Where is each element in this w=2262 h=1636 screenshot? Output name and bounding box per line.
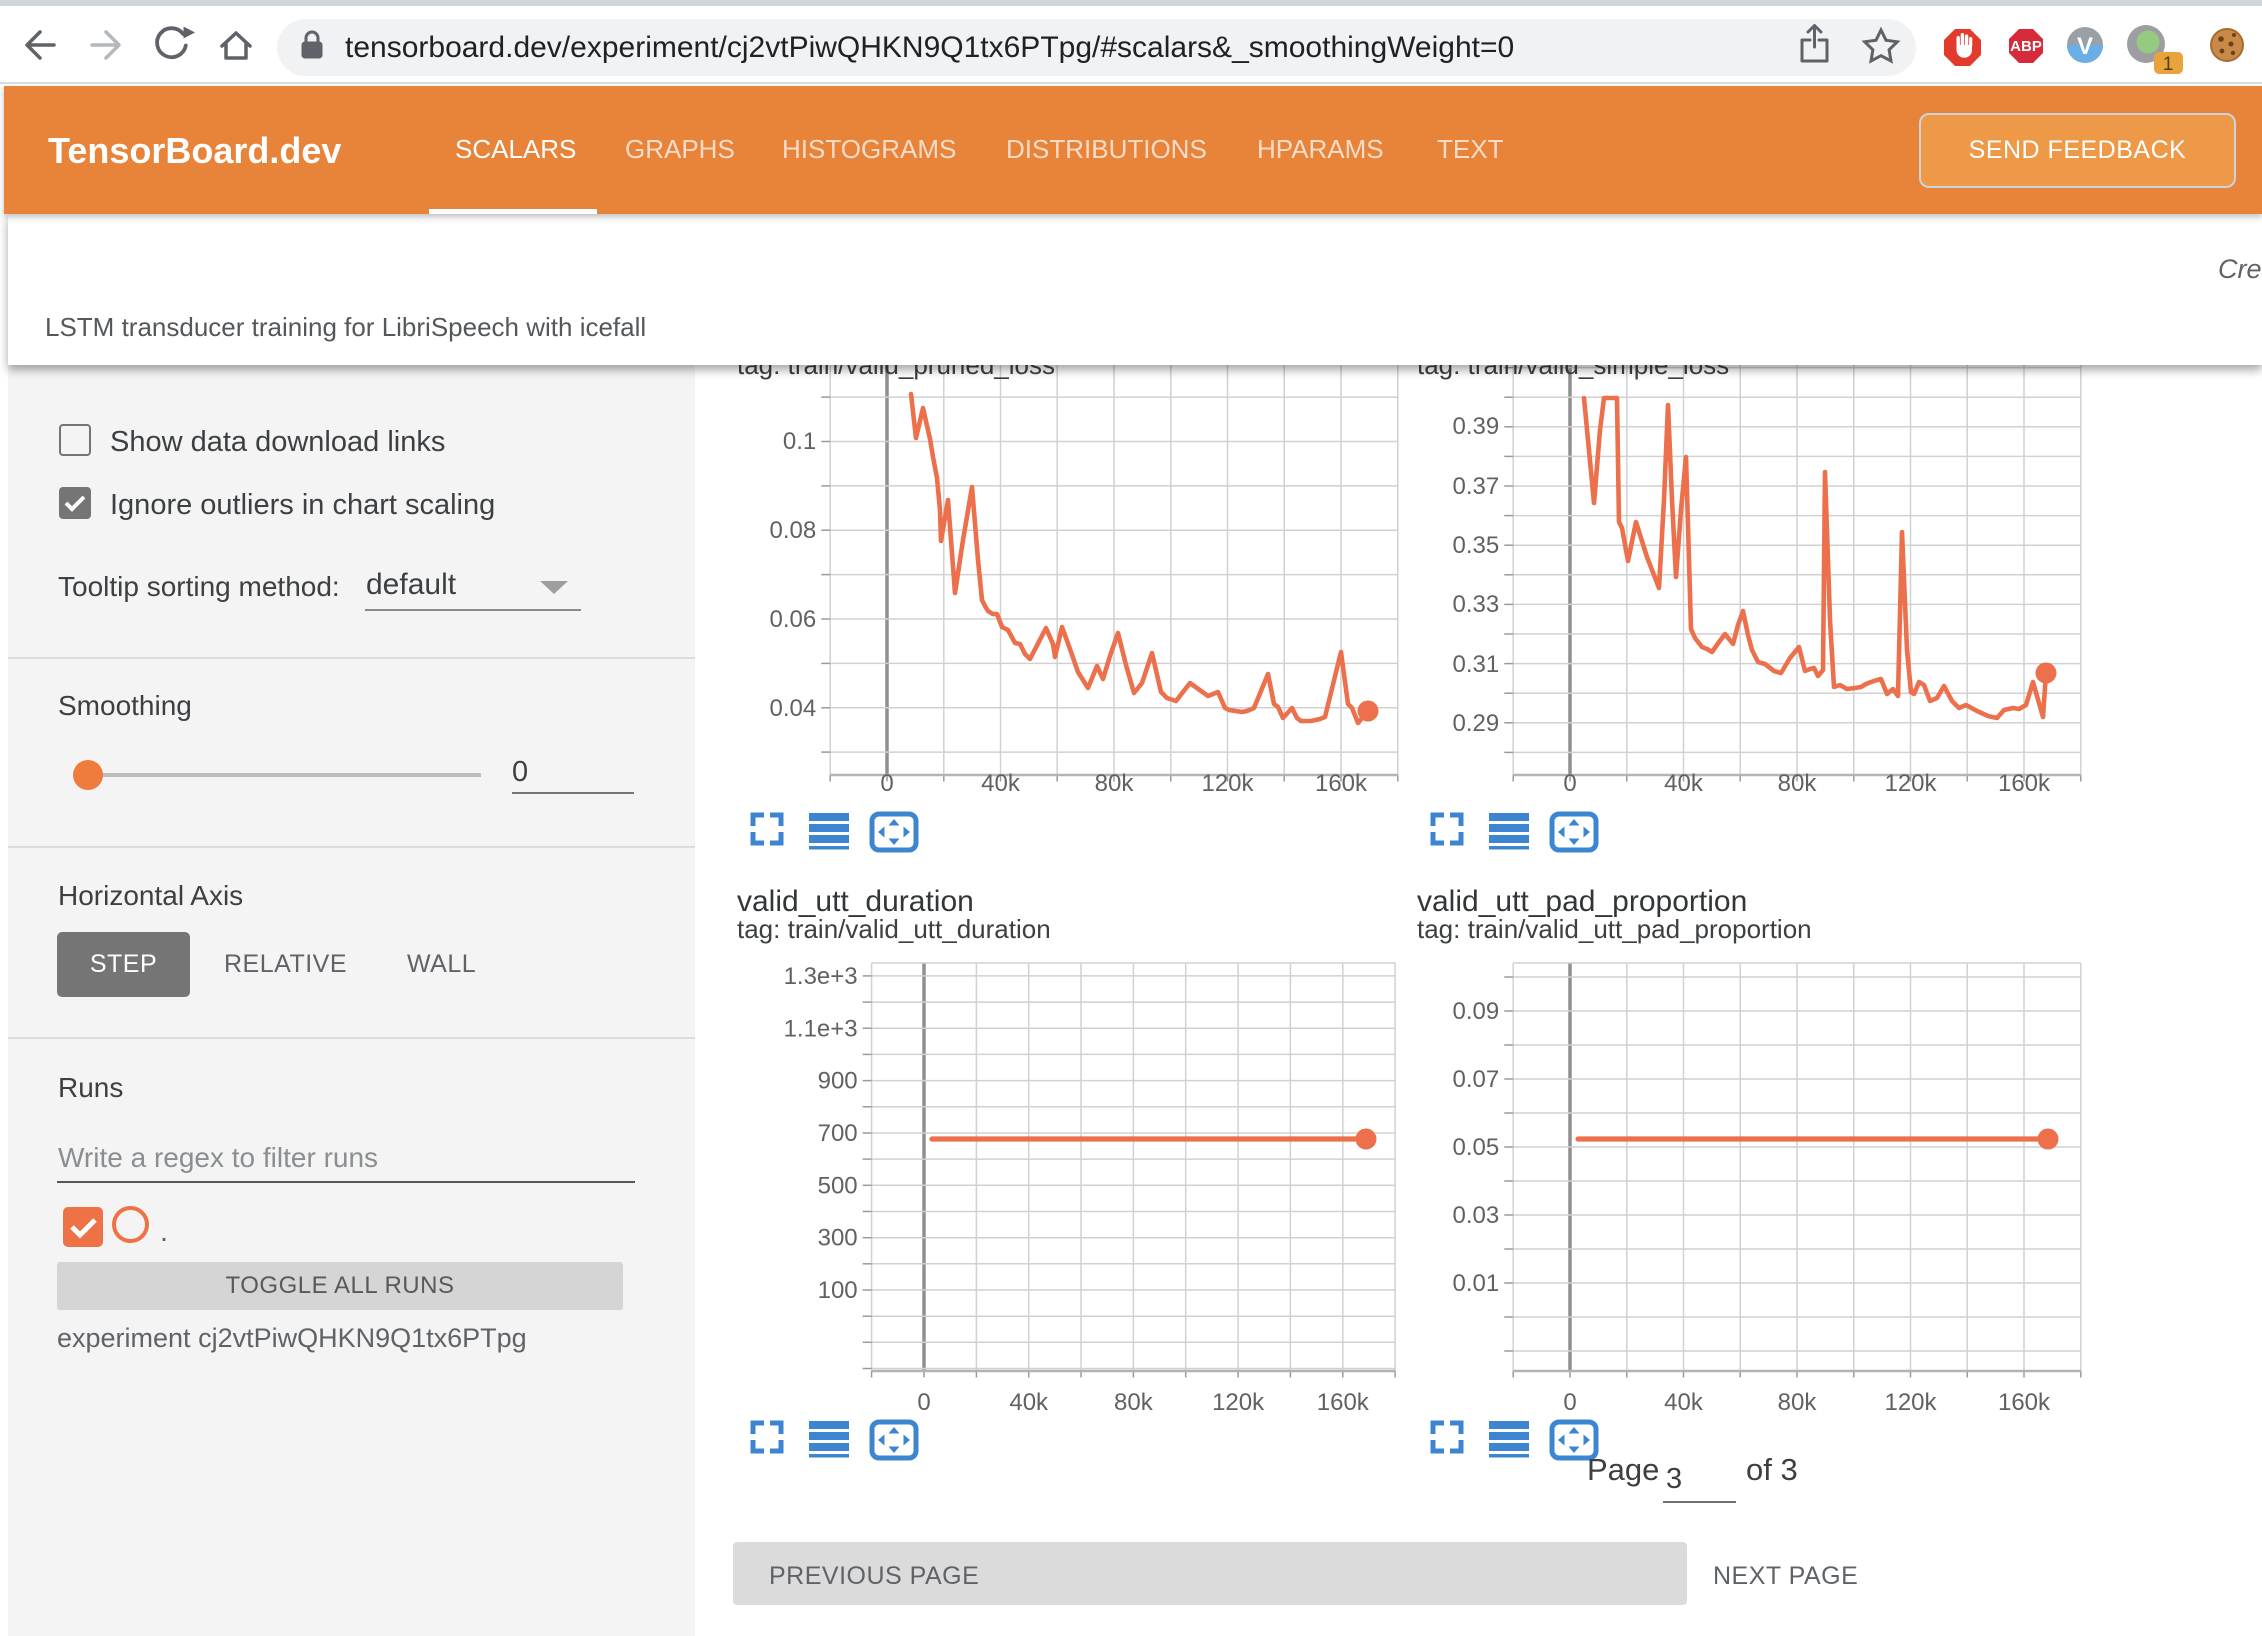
svg-text:120k: 120k [1201,770,1254,797]
svg-text:1.3e+3: 1.3e+3 [784,963,858,990]
svg-text:0.03: 0.03 [1453,1202,1500,1229]
svg-text:100: 100 [818,1277,858,1304]
svg-text:0.31: 0.31 [1453,651,1500,678]
svg-text:0.29: 0.29 [1453,710,1500,737]
svg-text:120k: 120k [1884,1389,1937,1416]
svg-text:80k: 80k [1095,770,1135,797]
svg-text:120k: 120k [1212,1389,1265,1416]
svg-text:80k: 80k [1778,1389,1818,1416]
svg-text:0.05: 0.05 [1453,1134,1500,1161]
svg-text:tag: train/valid_utt_pad_propo: tag: train/valid_utt_pad_proportion [1417,914,1812,944]
svg-text:0.08: 0.08 [770,517,817,544]
svg-text:300: 300 [818,1225,858,1252]
svg-text:0.1: 0.1 [783,428,816,455]
svg-text:tag: train/valid_utt_duration: tag: train/valid_utt_duration [737,914,1051,944]
svg-text:500: 500 [818,1172,858,1199]
svg-text:700: 700 [818,1120,858,1147]
svg-text:0.39: 0.39 [1453,413,1500,440]
svg-text:0.37: 0.37 [1453,473,1500,500]
svg-text:0.07: 0.07 [1453,1066,1500,1093]
svg-text:160k: 160k [1317,1389,1370,1416]
svg-text:0.35: 0.35 [1453,532,1500,559]
svg-text:160k: 160k [1998,1389,2051,1416]
svg-text:0.01: 0.01 [1453,1270,1500,1297]
svg-text:0: 0 [917,1389,930,1416]
svg-text:1: 1 [2163,54,2174,75]
svg-text:80k: 80k [1114,1389,1154,1416]
svg-text:0.06: 0.06 [770,606,817,633]
svg-text:0: 0 [880,770,893,797]
svg-text:40k: 40k [1664,770,1704,797]
svg-text:0.09: 0.09 [1453,998,1500,1025]
svg-text:tensorboard.dev/experiment/cj2: tensorboard.dev/experiment/cj2vtPiwQHKN9… [345,31,1514,64]
svg-text:40k: 40k [1009,1389,1049,1416]
svg-text:40k: 40k [1664,1389,1704,1416]
svg-text:900: 900 [818,1068,858,1095]
svg-text:V: V [2077,33,2093,60]
svg-text:ABP: ABP [2010,38,2042,55]
svg-text:0: 0 [1563,770,1576,797]
svg-text:0.04: 0.04 [770,695,817,722]
svg-text:1.1e+3: 1.1e+3 [784,1015,858,1042]
svg-text:0: 0 [1563,1389,1576,1416]
svg-text:0.33: 0.33 [1453,591,1500,618]
svg-text:40k: 40k [981,770,1021,797]
svg-text:80k: 80k [1778,770,1818,797]
svg-text:120k: 120k [1884,770,1937,797]
svg-text:160k: 160k [1315,770,1368,797]
svg-text:160k: 160k [1998,770,2051,797]
